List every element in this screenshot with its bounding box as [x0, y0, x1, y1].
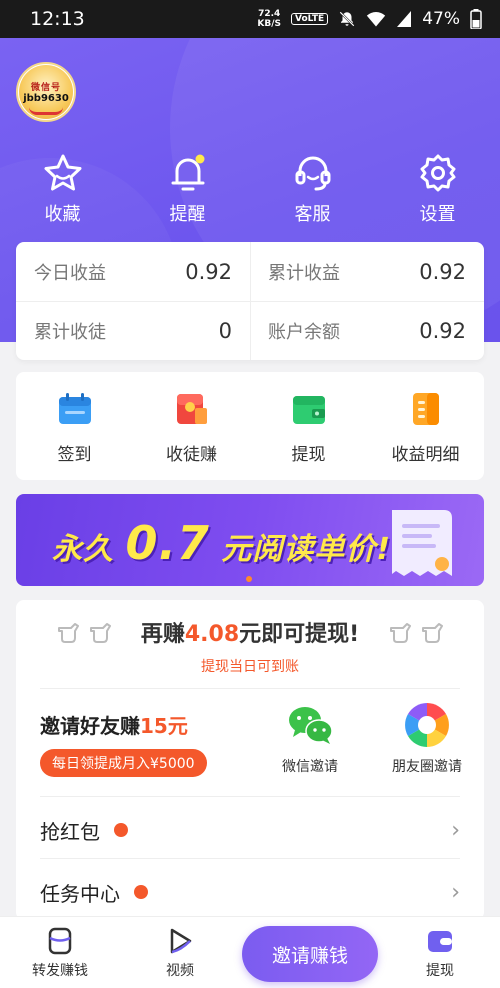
- tab-forward-label: 转发赚钱: [32, 962, 88, 979]
- list-item-red-packet[interactable]: 抢红包 ›: [40, 800, 460, 860]
- invite-reward: 15元: [140, 714, 188, 738]
- recruit-earn-button[interactable]: 收徒赚: [133, 372, 250, 480]
- title-suffix: 元即可提现!: [239, 622, 360, 647]
- withdraw-tool-label: 提现: [291, 445, 326, 465]
- avatar-text-top: 微信号: [30, 83, 61, 93]
- red-packet-icon: [176, 394, 207, 424]
- chevron-right-icon: ›: [451, 879, 460, 905]
- customer-service-label: 客服: [294, 204, 331, 225]
- pointing-hand-icon: [390, 623, 411, 643]
- wechat-invite-button[interactable]: 微信邀请: [282, 700, 338, 776]
- tab-video[interactable]: 视频: [120, 926, 240, 980]
- wechat-icon: [289, 707, 333, 744]
- battery-icon: [470, 9, 482, 29]
- pointing-hand-icon: [422, 623, 443, 643]
- earnings-detail-button[interactable]: 收益明细: [367, 372, 484, 480]
- cylinder-icon: [48, 927, 72, 954]
- stat-balance-label: 账户余额: [268, 321, 340, 343]
- calendar-icon: [58, 393, 91, 424]
- reminder-label: 提醒: [169, 204, 206, 225]
- earnings-stats-card: 今日收益 0.92 累计收益 0.92 累计收徒 0 账户余额 0.92: [16, 242, 484, 360]
- red-packet-label: 抢红包: [40, 819, 100, 844]
- customer-service-button[interactable]: 客服: [250, 152, 375, 226]
- banner-text: 永久 0.7 元阅读单价!: [52, 516, 391, 570]
- moments-invite-button[interactable]: 朋友圈邀请: [392, 700, 462, 776]
- settings-label: 设置: [419, 204, 456, 225]
- bell-icon: [171, 154, 204, 191]
- tab-forward-earn[interactable]: 转发赚钱: [0, 926, 120, 980]
- status-time: 12:13: [30, 8, 85, 30]
- withdraw-subtitle: 提现当日可到账: [201, 659, 299, 675]
- banner-prefix: 永久: [52, 532, 114, 567]
- battery-percent: 47%: [422, 9, 460, 29]
- remaining-amount: 4.08: [184, 622, 240, 647]
- stat-today[interactable]: 今日收益 0.92: [16, 242, 250, 301]
- headset-icon: [295, 156, 330, 191]
- stat-today-label: 今日收益: [34, 262, 106, 284]
- volte-badge: VoLTE: [291, 13, 329, 25]
- banner-price: 0.7: [125, 516, 210, 570]
- ledger-icon: [412, 393, 439, 425]
- stat-balance-value: 0.92: [419, 318, 466, 343]
- invite-title: 邀请好友赚15元: [40, 710, 207, 739]
- withdraw-tool-button[interactable]: 提现: [250, 372, 367, 480]
- stat-total[interactable]: 累计收益 0.92: [250, 242, 484, 301]
- recruit-earn-label: 收徒赚: [166, 445, 217, 465]
- stat-total-label: 累计收益: [268, 262, 340, 284]
- moments-invite-label: 朋友圈邀请: [392, 759, 462, 775]
- tools-grid: 签到 收徒赚 提现 收益明细: [16, 372, 484, 480]
- stat-apprentices-label: 累计收徒: [34, 321, 106, 343]
- stat-balance[interactable]: 账户余额 0.92: [250, 301, 484, 360]
- invite-promo-pill: 每日领提成月入¥5000: [40, 749, 207, 777]
- wallet-tab-icon: [428, 930, 452, 952]
- favorites-button[interactable]: 收藏: [0, 152, 125, 226]
- notification-dot: [114, 823, 128, 837]
- settings-button[interactable]: 设置: [375, 152, 500, 226]
- invite-friends[interactable]: 邀请好友赚15元 每日领提成月入¥5000: [40, 710, 207, 777]
- mute-icon: [339, 11, 355, 27]
- receipt-illustration-icon: [392, 510, 452, 576]
- signal-icon: [397, 11, 412, 27]
- banner-indicator: [246, 576, 252, 582]
- title-prefix: 再赚: [140, 622, 185, 647]
- speed-unit: KB/S: [257, 19, 281, 29]
- avatar-text-id: jbb9630: [23, 93, 69, 104]
- promo-banner[interactable]: 永久 0.7 元阅读单价!: [16, 494, 484, 586]
- wifi-icon: [367, 12, 386, 27]
- tab-withdraw[interactable]: 提现: [380, 926, 500, 980]
- network-speed: 72.4 KB/S: [257, 9, 281, 29]
- status-bar: 12:13 72.4 KB/S VoLTE 47%: [0, 0, 500, 38]
- star-icon: [44, 154, 81, 191]
- gear-icon: [420, 154, 455, 192]
- stat-total-value: 0.92: [419, 259, 466, 284]
- play-icon: [170, 928, 192, 953]
- reminder-button[interactable]: 提醒: [125, 152, 250, 226]
- favorites-label: 收藏: [44, 204, 81, 225]
- wallet-icon: [292, 396, 325, 424]
- task-center-label: 任务中心: [40, 881, 120, 906]
- earnings-detail-label: 收益明细: [391, 445, 460, 465]
- speed-value: 72.4: [258, 9, 281, 19]
- moments-icon: [405, 703, 449, 747]
- avatar[interactable]: 微信号 jbb9630: [16, 62, 76, 122]
- tab-video-label: 视频: [166, 962, 194, 979]
- notification-dot: [134, 885, 148, 899]
- invite-earn-button[interactable]: 邀请赚钱: [242, 926, 378, 982]
- banner-suffix: 元阅读单价!: [221, 532, 392, 567]
- checkin-button[interactable]: 签到: [16, 372, 133, 480]
- list-item-task-center[interactable]: 任务中心 ›: [40, 862, 460, 922]
- stat-apprentices-value: 0: [218, 318, 232, 343]
- tab-withdraw-label: 提现: [426, 962, 454, 979]
- checkin-label: 签到: [57, 445, 92, 465]
- quick-actions: 收藏 提醒 客服 设置: [0, 152, 500, 226]
- stat-apprentices[interactable]: 累计收徒 0: [16, 301, 250, 360]
- stat-today-value: 0.92: [185, 259, 232, 284]
- chevron-right-icon: ›: [451, 817, 460, 843]
- wechat-invite-label: 微信邀请: [282, 759, 338, 775]
- earn-card: 再赚4.08元即可提现! 提现当日可到账 邀请好友赚15元 每日领提成月入¥50…: [16, 600, 484, 920]
- invite-title-text: 邀请好友赚: [40, 714, 140, 738]
